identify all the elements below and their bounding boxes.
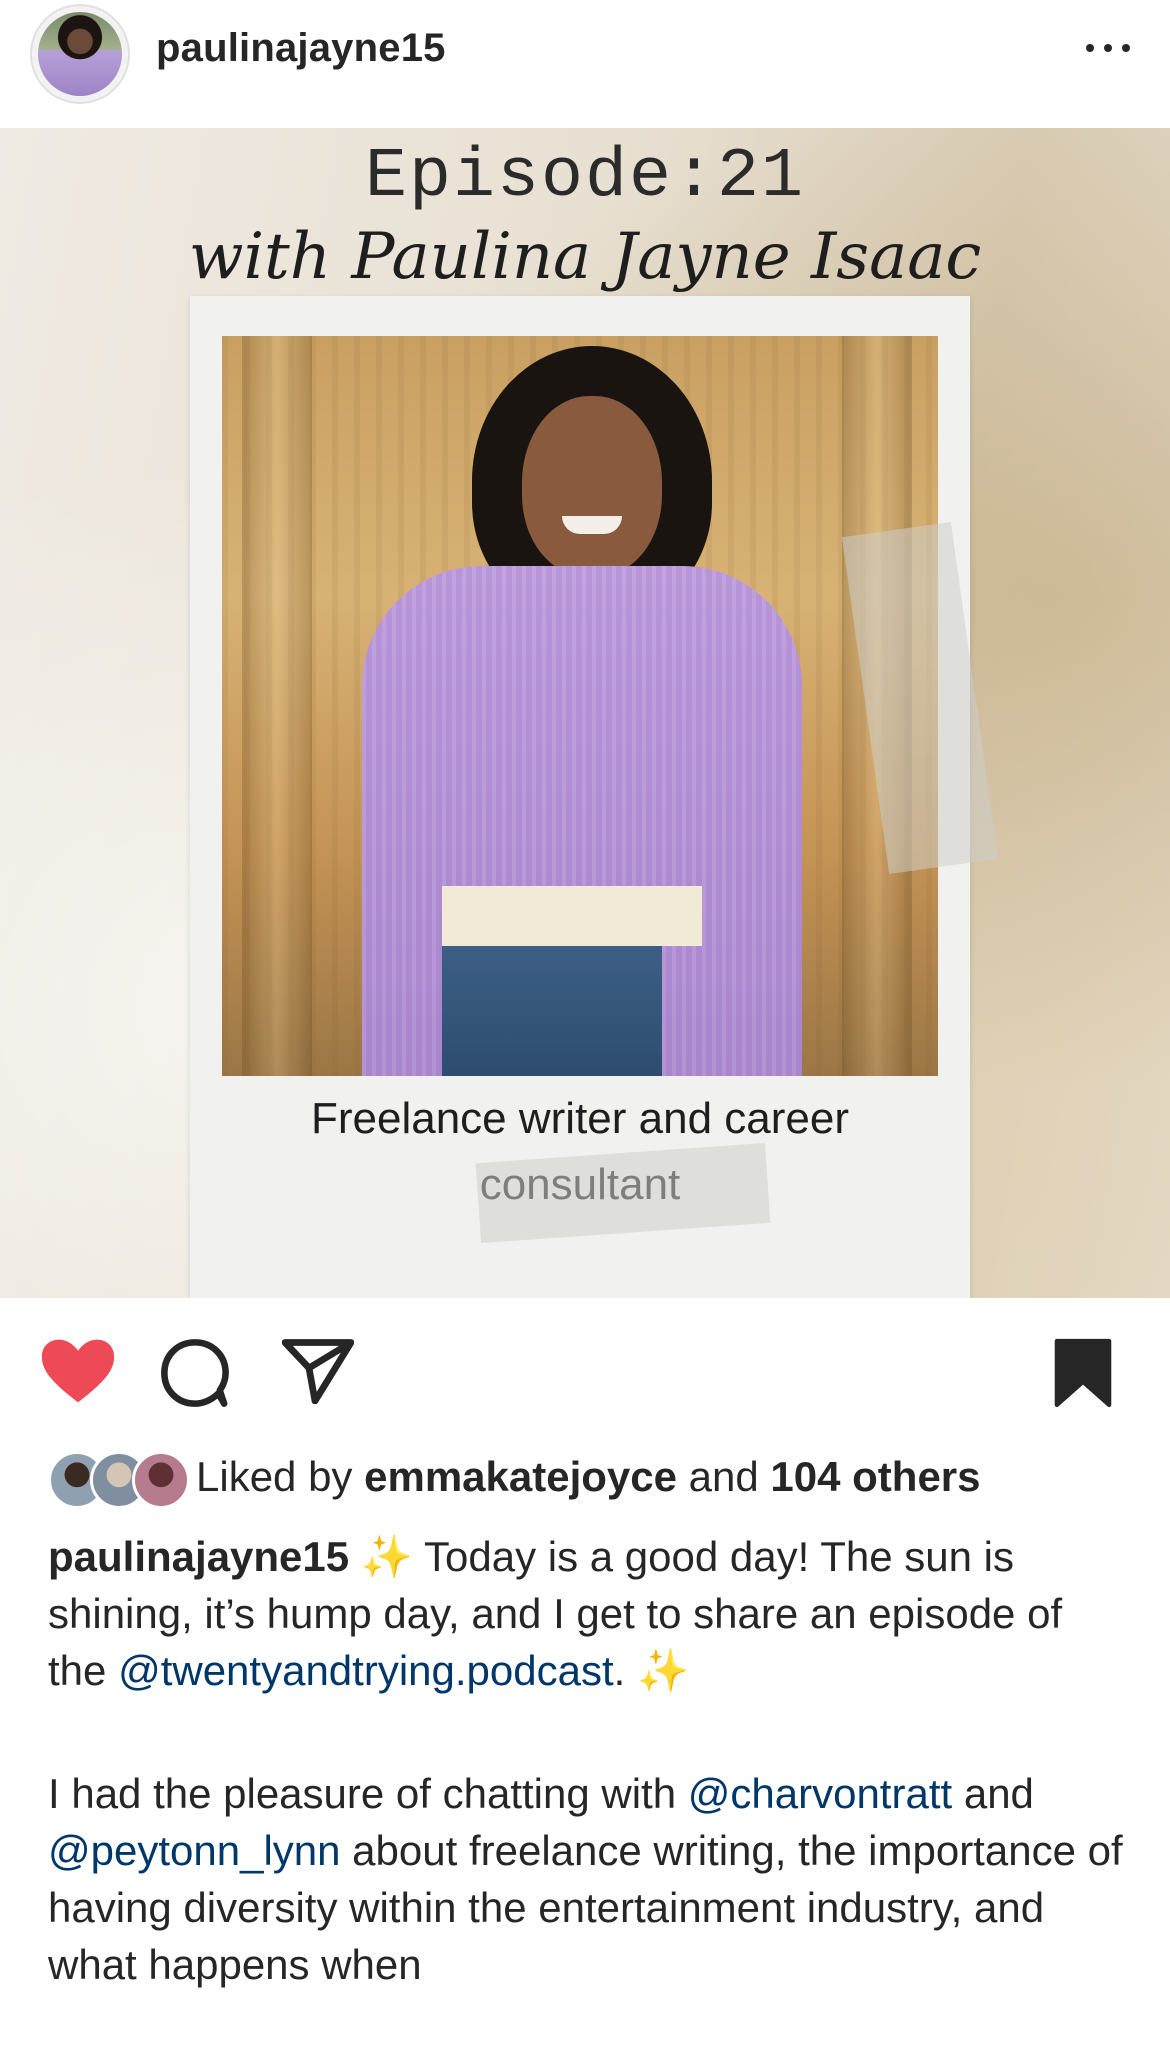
heart-icon[interactable] xyxy=(40,1338,116,1404)
liker-username[interactable]: emmakatejoyce xyxy=(364,1453,677,1500)
dot xyxy=(1122,44,1130,52)
mention-link[interactable]: @peytonn_lynn xyxy=(48,1827,341,1874)
post-username[interactable]: paulinajayne15 xyxy=(156,26,446,71)
post-image[interactable]: Episode:21 with Paulina Jayne Isaac Free… xyxy=(0,128,1170,1298)
caption-paragraph: I had the pleasure of chatting with @cha… xyxy=(48,1765,1128,1993)
sparkle-emoji: ✨ xyxy=(360,1533,414,1580)
jeans xyxy=(442,946,662,1076)
dot xyxy=(1086,44,1094,52)
comment-icon[interactable] xyxy=(160,1338,230,1408)
post-header: paulinajayne15 xyxy=(0,0,1170,128)
likes-text: Liked by emmakatejoyce and 104 others xyxy=(196,1453,981,1501)
pillar xyxy=(242,336,312,1076)
episode-subtitle: with Paulina Jayne Isaac xyxy=(188,220,982,294)
caption-text: I had the pleasure of chatting with xyxy=(48,1770,688,1817)
polaroid-frame: Freelance writer and career consultant xyxy=(190,296,970,1298)
smile xyxy=(562,516,622,534)
caption-text: . xyxy=(613,1647,637,1694)
more-options-icon[interactable] xyxy=(1086,40,1130,56)
action-bar xyxy=(0,1298,1170,1418)
mention-link[interactable]: @twentyandtrying.podcast xyxy=(118,1647,614,1694)
liker-avatar xyxy=(132,1451,190,1509)
dot xyxy=(1104,44,1112,52)
likes-count-link[interactable]: 104 others xyxy=(770,1453,980,1500)
caption-username[interactable]: paulinajayne15 xyxy=(48,1533,349,1580)
sweater-hem xyxy=(442,886,702,946)
likes-middle: and xyxy=(676,1453,771,1500)
liker-avatars[interactable] xyxy=(48,1449,190,1509)
avatar[interactable] xyxy=(30,4,130,104)
caption-text: and xyxy=(952,1770,1034,1817)
polaroid-caption-line: Freelance writer and career xyxy=(310,1094,849,1143)
portrait-photo xyxy=(222,336,938,1076)
face xyxy=(522,396,662,576)
bookmark-icon[interactable] xyxy=(1054,1338,1112,1408)
post-caption: paulinajayne15 ✨ Today is a good day! Th… xyxy=(48,1528,1128,2059)
share-icon[interactable] xyxy=(282,1338,354,1404)
likes-row: Liked by emmakatejoyce and 104 others xyxy=(48,1445,981,1509)
likes-prefix: Liked by xyxy=(196,1453,365,1500)
episode-title: Episode:21 xyxy=(364,138,806,217)
sparkle-emoji: ✨ xyxy=(636,1647,690,1694)
mention-link[interactable]: @charvontratt xyxy=(688,1770,952,1817)
avatar-image xyxy=(38,12,122,96)
caption-paragraph: paulinajayne15 ✨ Today is a good day! Th… xyxy=(48,1528,1128,1699)
